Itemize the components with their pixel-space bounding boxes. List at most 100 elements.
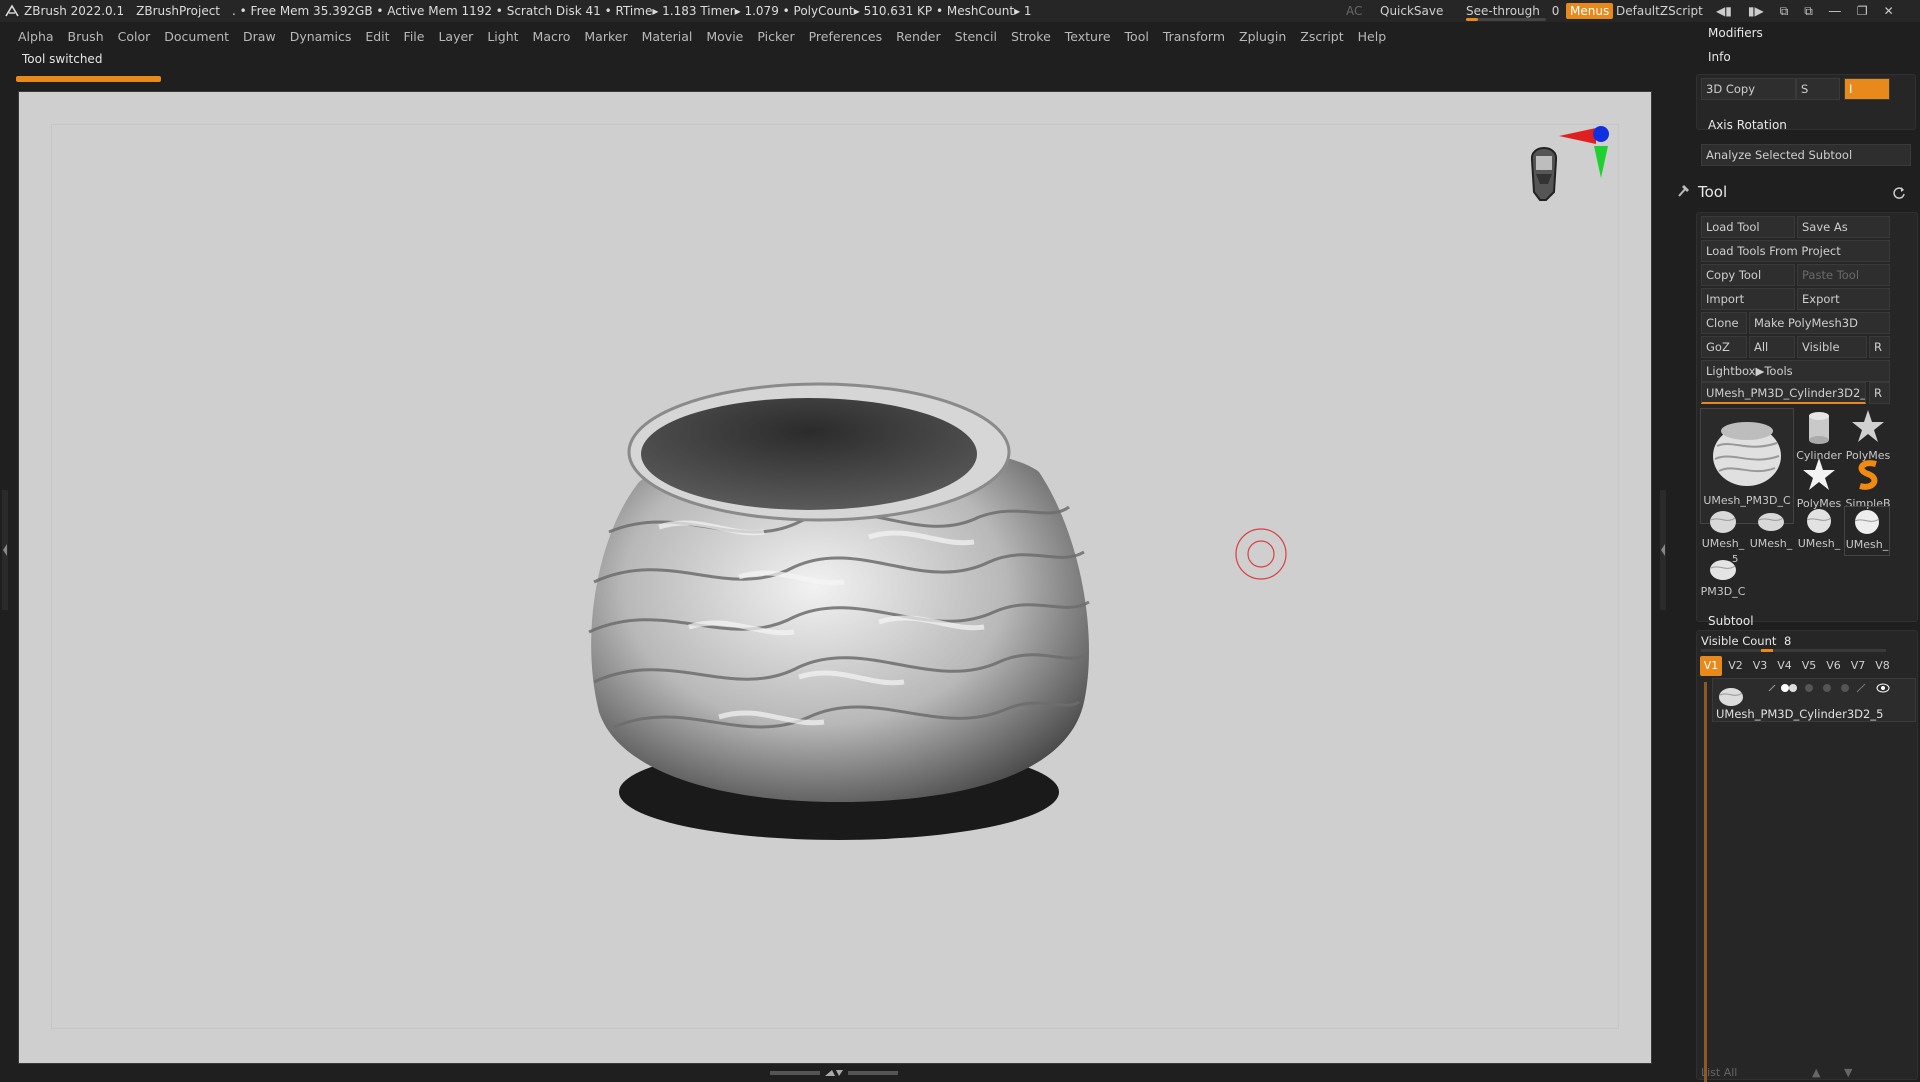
menu-file[interactable]: File (404, 29, 425, 44)
menu-light[interactable]: Light (487, 29, 518, 44)
visibility-set-v7-button[interactable]: V7 (1847, 656, 1869, 676)
layout-swap-icon[interactable]: ⧉ (1780, 4, 1789, 19)
goz-button[interactable]: GoZ (1701, 336, 1747, 358)
subtool-move-up-icon[interactable]: ▲ (1812, 1066, 1820, 1079)
lightbox-tools-button[interactable]: Lightbox▶Tools (1701, 360, 1890, 382)
goz-all-button[interactable]: All (1749, 336, 1795, 358)
menu-transform[interactable]: Transform (1163, 29, 1225, 44)
menu-texture[interactable]: Texture (1065, 29, 1111, 44)
subtool-item[interactable]: UMesh_PM3D_Cylinder3D2_5 (1712, 678, 1916, 722)
tool-thumb-umesh-4[interactable]: UMesh_ (1844, 506, 1890, 556)
3d-model-vase[interactable] (539, 332, 1139, 852)
visibility-set-v8-button[interactable]: V8 (1872, 656, 1894, 676)
umesh-thumb-icon (1806, 509, 1832, 533)
navigation-gizmo-icon[interactable] (1514, 122, 1634, 232)
polymesh-star-icon (1852, 410, 1884, 442)
menu-alpha[interactable]: Alpha (18, 29, 54, 44)
layout-right-icon[interactable]: ▮▶ (1748, 4, 1764, 18)
restore-icon[interactable]: ❐ (1857, 4, 1868, 18)
menu-preferences[interactable]: Preferences (809, 29, 883, 44)
menu-color[interactable]: Color (118, 29, 151, 44)
menu-help[interactable]: Help (1358, 29, 1387, 44)
visibility-set-v1-button[interactable]: V1 (1700, 656, 1722, 676)
default-zscript-button[interactable]: DefaultZScript (1616, 4, 1703, 18)
left-tray-handle[interactable] (2, 490, 8, 610)
visibility-set-v6-button[interactable]: V6 (1823, 656, 1845, 676)
minimize-icon[interactable]: ― (1829, 4, 1841, 18)
simplebrush-icon (1858, 460, 1878, 490)
export-button[interactable]: Export (1797, 288, 1890, 310)
3d-copy-s-button[interactable]: S (1796, 78, 1840, 100)
menu-document[interactable]: Document (164, 29, 229, 44)
paste-tool-button[interactable]: Paste Tool (1797, 264, 1890, 286)
tool-thumb-umesh-3[interactable]: UMesh_ (1796, 506, 1842, 556)
info-label[interactable]: Info (1708, 50, 1731, 64)
layout-left-icon[interactable]: ◀▮ (1716, 4, 1732, 18)
tool-palette-title[interactable]: Tool (1698, 183, 1727, 201)
tool-switched-notification: Tool switched (16, 52, 161, 82)
3d-copy-button[interactable]: 3D Copy (1701, 78, 1796, 100)
tool-thumb-pm3d[interactable]: 5 PM3D_C (1700, 554, 1746, 610)
menu-macro[interactable]: Macro (533, 29, 571, 44)
right-tray-handle[interactable] (1660, 490, 1666, 610)
project-name: ZBrushProject (136, 4, 221, 18)
menu-zscript[interactable]: Zscript (1300, 29, 1343, 44)
zbrush-logo-icon (5, 4, 19, 17)
menu-edit[interactable]: Edit (365, 29, 389, 44)
menus-toggle-button[interactable]: Menus (1566, 3, 1614, 19)
current-tool-slider[interactable]: UMesh_PM3D_Cylinder3D2_5 (1701, 382, 1866, 404)
axis-rotation-label[interactable]: Axis Rotation (1708, 118, 1787, 132)
subtool-move-down-icon[interactable]: ▼ (1844, 1066, 1852, 1079)
visibility-set-v3-button[interactable]: V3 (1749, 656, 1771, 676)
menu-layer[interactable]: Layer (438, 29, 473, 44)
close-icon[interactable]: ✕ (1884, 4, 1894, 18)
visibility-set-v2-button[interactable]: V2 (1725, 656, 1747, 676)
clone-button[interactable]: Clone (1701, 312, 1747, 334)
tool-thumb-umesh-1[interactable]: UMesh_ (1700, 506, 1746, 556)
menu-stencil[interactable]: Stencil (955, 29, 997, 44)
load-tool-button[interactable]: Load Tool (1701, 216, 1795, 238)
copy-tool-button[interactable]: Copy Tool (1701, 264, 1795, 286)
visible-count-slider[interactable] (1701, 649, 1886, 652)
menu-stroke[interactable]: Stroke (1011, 29, 1051, 44)
quicksave-button[interactable]: QuickSave (1380, 4, 1443, 18)
subtool-icons-row[interactable] (1765, 681, 1915, 695)
modifiers-label[interactable]: Modifiers (1708, 26, 1763, 40)
make-polymesh3d-button[interactable]: Make PolyMesh3D (1749, 312, 1890, 334)
menu-draw[interactable]: Draw (243, 29, 276, 44)
visible-count-value: 8 (1784, 634, 1792, 648)
3d-copy-i-button[interactable]: I (1844, 78, 1890, 100)
menu-movie[interactable]: Movie (706, 29, 743, 44)
subtool-title[interactable]: Subtool (1708, 614, 1754, 628)
seethrough-slider[interactable]: See-through 0 (1466, 4, 1567, 21)
ac-indicator[interactable]: AC (1346, 4, 1362, 18)
menu-render[interactable]: Render (896, 29, 941, 44)
subtool-list-scrollbar[interactable] (1704, 682, 1707, 1082)
import-button[interactable]: Import (1701, 288, 1795, 310)
goz-visible-button[interactable]: Visible (1797, 336, 1867, 358)
current-tool-r-button[interactable]: R (1869, 382, 1890, 404)
menu-zplugin[interactable]: Zplugin (1239, 29, 1286, 44)
menu-dynamics[interactable]: Dynamics (290, 29, 352, 44)
analyze-selected-subtool-button[interactable]: Analyze Selected Subtool (1701, 144, 1911, 166)
list-all-button[interactable]: List All (1701, 1066, 1737, 1079)
menu-picker[interactable]: Picker (757, 29, 794, 44)
menu-tool[interactable]: Tool (1125, 29, 1149, 44)
main-menu-bar: Alpha Brush Color Document Draw Dynamics Edit F… (0, 26, 1400, 46)
menu-material[interactable]: Material (642, 29, 693, 44)
notification-progress-bar (16, 76, 161, 82)
load-tools-from-project-button[interactable]: Load Tools From Project (1701, 240, 1890, 262)
save-as-button[interactable]: Save As (1797, 216, 1890, 238)
goz-r-button[interactable]: R (1869, 336, 1890, 358)
menu-brush[interactable]: Brush (68, 29, 104, 44)
visibility-set-v4-button[interactable]: V4 (1774, 656, 1796, 676)
refresh-icon[interactable] (1892, 186, 1906, 200)
menu-marker[interactable]: Marker (584, 29, 627, 44)
tool-thumb-umesh-3-label: UMesh_ (1797, 537, 1841, 550)
document-canvas[interactable] (18, 91, 1652, 1064)
visibility-set-v5-button[interactable]: V5 (1798, 656, 1820, 676)
bottom-tray-handle[interactable] (770, 1068, 900, 1078)
layout-save-icon[interactable]: ⧉ (1804, 4, 1813, 19)
umesh-thumb-icon (1758, 513, 1784, 531)
tool-thumb-umesh-2[interactable]: UMesh_ (1748, 506, 1794, 556)
